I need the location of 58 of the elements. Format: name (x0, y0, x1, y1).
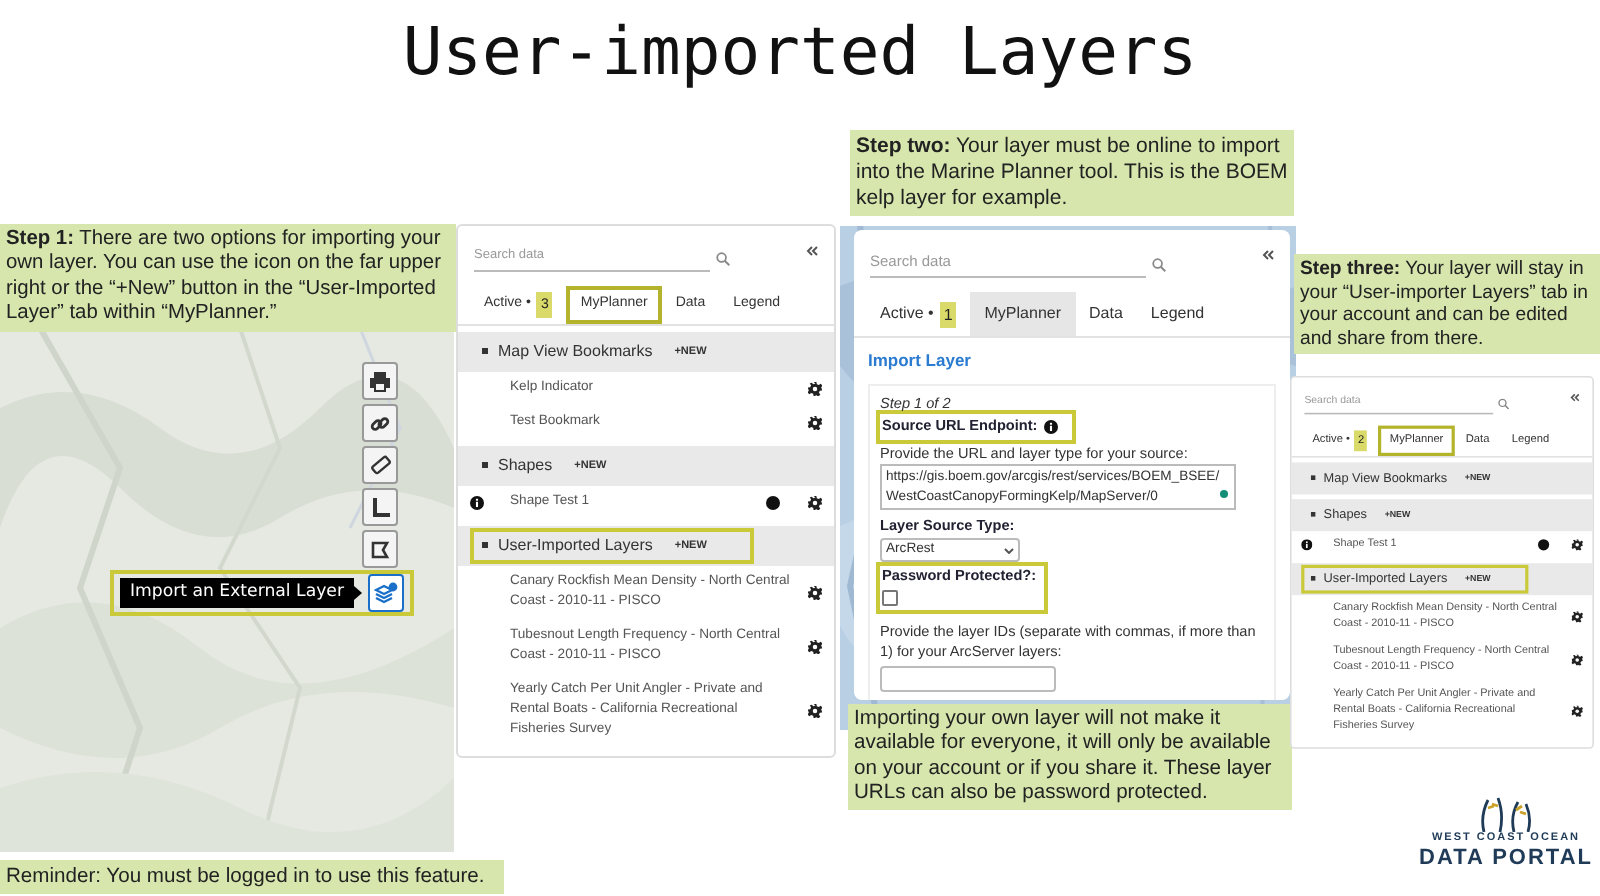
gear-icon[interactable] (1571, 610, 1583, 622)
gear-icon[interactable] (808, 639, 822, 654)
map-tool-button[interactable] (362, 446, 398, 484)
search-icon[interactable] (1152, 257, 1166, 272)
search-icon[interactable] (1498, 398, 1510, 410)
ruler-icon (369, 454, 391, 476)
collapse-icon[interactable] (806, 246, 818, 256)
gear-icon[interactable] (1571, 654, 1583, 666)
printer-icon (370, 371, 390, 391)
tab[interactable]: MyPlanner (970, 292, 1076, 337)
gear-icon[interactable] (1571, 538, 1583, 550)
info-icon[interactable] (470, 495, 484, 510)
map-tool-button[interactable] (362, 488, 398, 526)
gear-icon[interactable] (808, 495, 822, 510)
gear-icon[interactable] (808, 415, 822, 430)
bullet-icon (482, 462, 488, 469)
step-note: Step two: Your layer must be online to import into the Marine Planner tool. This is the BOEM kelp layer for example. (850, 130, 1294, 216)
reminder-note: Reminder: You must be logged in to use this feature. (0, 860, 504, 894)
map-tool-button[interactable] (368, 574, 404, 612)
panel-heading: Import Layer (868, 348, 973, 374)
polygon-icon (370, 539, 390, 559)
bullet-icon (482, 348, 488, 355)
tab[interactable]: Active • 1 (866, 292, 971, 337)
bullet-icon (482, 542, 488, 549)
count-badge: 1 (939, 301, 957, 328)
gear-icon[interactable] (808, 381, 822, 396)
angle-icon (371, 497, 389, 517)
tooltip-arrow-icon (354, 586, 362, 600)
step-note: Step three: Your layer will stay in your “User-importer Layers” tab in your account and can be edited and share from there. (1294, 254, 1600, 355)
search-icon[interactable] (716, 251, 730, 266)
info-icon[interactable] (1043, 420, 1058, 434)
collapse-icon[interactable] (1570, 393, 1580, 402)
link-icon (370, 413, 390, 433)
map-tool-button[interactable] (362, 362, 398, 400)
bullet-icon (1310, 475, 1316, 481)
collapse-icon[interactable] (1262, 250, 1274, 260)
checkbox[interactable] (882, 590, 898, 606)
logo-text: DATA PORTAL (1419, 846, 1593, 870)
slide-title: User-imported Layers (400, 10, 1200, 94)
info-note: Importing your own layer will not make it available for everyone, it will only be available on your account or if you share it. These layer URLs can also be password protected. (848, 704, 1292, 811)
info-icon[interactable] (1301, 538, 1313, 550)
layer-ids-field[interactable] (880, 666, 1056, 692)
section-title: User-Imported Layers (498, 533, 653, 558)
map-tool-button[interactable] (362, 530, 398, 568)
bullet-icon (1310, 576, 1316, 582)
layers-plus-icon (374, 581, 398, 605)
gear-icon[interactable] (808, 585, 822, 600)
tab[interactable]: Legend (1136, 292, 1219, 337)
bullet-icon (1310, 512, 1316, 518)
caret-icon (1004, 547, 1014, 553)
step-note: Step 1: There are two options for importing your own layer. You can use the icon on the far upper right or the “+New” button in the “User-Imported Layer” tab within “MyPlanner.” (0, 224, 456, 332)
section-title: Shapes (498, 453, 553, 478)
map-tool-button[interactable] (362, 404, 398, 442)
tooltip: Import an External Layer (119, 578, 354, 608)
tab[interactable]: Data (1075, 292, 1137, 337)
gear-icon[interactable] (808, 703, 822, 718)
section-title: Map View Bookmarks (498, 339, 653, 364)
gear-icon[interactable] (1571, 705, 1583, 717)
